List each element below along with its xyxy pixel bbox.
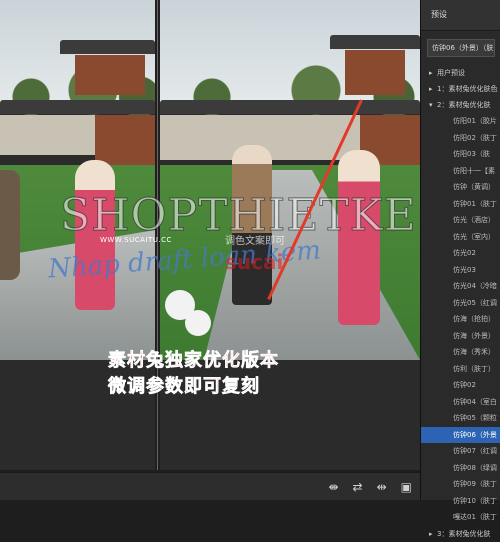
preset-item[interactable]: 仿钟（黄调） <box>421 179 500 196</box>
chevron-right-icon: ▸ <box>429 85 433 93</box>
chevron-right-icon: ▸ <box>429 529 433 538</box>
preset-item[interactable]: 仿海（秀禾） <box>421 344 500 361</box>
preset-item[interactable]: 仿光（酒店） <box>421 212 500 229</box>
group-label: 2：素材兔优化肤 <box>437 101 491 109</box>
preset-item[interactable]: 仿钟07（红调 <box>421 443 500 460</box>
group-2[interactable]: ▾ 2：素材兔优化肤 <box>421 97 500 113</box>
preset-list: 仿阳01（胶片 仿阳02（肤丁 仿阳03（肤 仿阳十一【素 仿钟（黄调） 仿钟01（肤丁仿… <box>421 113 500 526</box>
preset-item[interactable]: 仿钟05（颗粒 <box>421 410 500 427</box>
bottom-toolbar: ⇼ ⇄ ⇹ ▣ <box>0 472 420 500</box>
preset-item[interactable]: 仿光04（冷暗 <box>421 278 500 295</box>
group-label: 1：素材兔优化肤色 <box>437 85 498 93</box>
photo-canvas[interactable]: SHOPTHIETKE WWW.SUCAITU.CC 调色文案即可 Nhap d… <box>0 0 420 470</box>
preset-item[interactable]: 仿钟10（肤丁 <box>421 493 500 510</box>
panel-title: 预设 <box>421 0 500 31</box>
preset-item[interactable]: 仿光（室内） <box>421 229 500 246</box>
group-user-presets[interactable]: ▸ 用户预设 <box>421 65 500 81</box>
preset-item[interactable]: 仿光02 <box>421 245 500 262</box>
preset-item[interactable]: 仿利（肤丁） <box>421 361 500 378</box>
promo-line-2: 微调参数即可复刻 <box>108 376 260 398</box>
preset-item[interactable]: 仿钟04（室白 <box>421 394 500 411</box>
fullscreen-icon[interactable]: ▣ <box>401 480 412 494</box>
after-image <box>160 0 420 360</box>
preset-item[interactable]: 仿钟09（肤丁 <box>421 476 500 493</box>
preset-item[interactable]: 仿钟08（绿调 <box>421 460 500 477</box>
group-label: 用户预设 <box>437 69 465 77</box>
compare-split-icon[interactable]: ⇼ <box>328 480 338 494</box>
preset-item[interactable]: 仿光03 <box>421 262 500 279</box>
preset-item[interactable]: 仿阳十一【素 <box>421 163 500 180</box>
preset-item[interactable]: 仿阳01（胶片 <box>421 113 500 130</box>
preset-item[interactable]: 仿阳03（肤 <box>421 146 500 163</box>
chevron-right-icon: ▸ <box>429 69 433 77</box>
preset-item[interactable]: 仿钟06（外景 <box>421 426 500 443</box>
group-label: 3：素材兔优化肤 <box>437 529 491 538</box>
group-1[interactable]: ▸ 1：素材兔优化肤色 <box>421 81 500 97</box>
watermark-site: WWW.SUCAITU.CC <box>100 236 172 244</box>
preset-item[interactable]: 仿海（外景） <box>421 328 500 345</box>
group-3[interactable]: ▸ 3：素材兔优化肤 <box>421 526 500 542</box>
compare-side-icon[interactable]: ⇹ <box>377 480 387 494</box>
watermark-logo: sucai <box>225 250 284 274</box>
preset-item[interactable]: 仿阳02（肤丁 <box>421 130 500 147</box>
preset-item[interactable]: 仿海（抢拍） <box>421 311 500 328</box>
preset-item[interactable]: 仿钟02 <box>421 377 500 394</box>
before-image <box>0 0 155 360</box>
preset-item[interactable]: 仿钟01（肤丁 <box>421 196 500 213</box>
swap-icon[interactable]: ⇄ <box>353 480 363 494</box>
preset-dropdown[interactable]: 仿钟06（外景）（肤 <box>427 39 495 57</box>
chevron-down-icon: ▾ <box>429 101 433 109</box>
promo-line-1: 素材兔独家优化版本 <box>108 350 279 372</box>
presets-panel: 预设 仿钟06（外景）（肤 ▸ 用户预设 ▸ 1：素材兔优化肤色 ▾ 2：素材兔优化肤… <box>420 0 500 538</box>
preset-item[interactable]: 嘎达01（肤丁 <box>421 509 500 526</box>
preset-item[interactable]: 仿光05（红调 <box>421 295 500 312</box>
